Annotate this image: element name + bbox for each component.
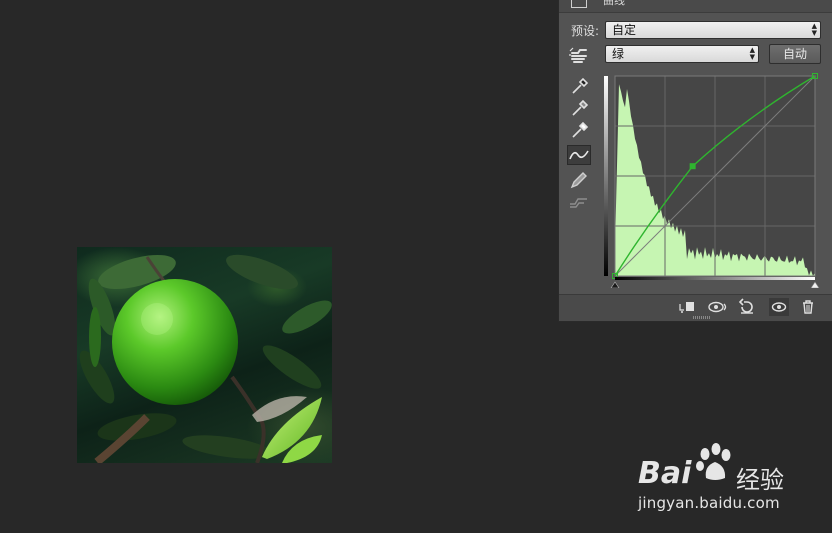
panel-header: 曲线 (559, 0, 832, 13)
curve-point-icon[interactable] (567, 145, 591, 165)
auto-button[interactable]: 自动 (769, 44, 821, 64)
preset-dropdown[interactable]: 自定 ▲ ▼ (605, 21, 821, 39)
input-tone-bar (615, 277, 815, 280)
up-down-arrows-icon: ▲ ▼ (811, 22, 817, 37)
black-point-slider[interactable] (610, 281, 620, 289)
curves-properties-panel: 曲线 预设: 自定 ▲ ▼ 绿 ▲ ▼ 自动 (558, 0, 832, 322)
channel-value: 绿 (612, 47, 625, 61)
preset-label: 预设: (571, 24, 600, 38)
visibility-eye-icon[interactable] (769, 298, 789, 316)
clip-to-layer-icon[interactable] (677, 298, 697, 316)
canvas-photo-green-orange (77, 247, 332, 463)
watermark-url: jingyan.baidu.com (638, 494, 780, 512)
preset-value: 自定 (612, 23, 637, 37)
white-point-eyedropper-icon[interactable] (567, 120, 591, 140)
baidu-jingyan-watermark: Bai 经验 jingyan.baidu.com (638, 442, 798, 517)
reset-icon[interactable] (737, 298, 757, 316)
panel-title: 曲线 (603, 0, 625, 7)
delete-trash-icon[interactable] (798, 298, 818, 316)
target-adjust-hand-icon[interactable] (567, 45, 591, 65)
curves-graph[interactable] (604, 73, 827, 289)
channel-dropdown[interactable]: 绿 ▲ ▼ (605, 45, 759, 63)
watermark-suffix: 经验 (736, 466, 784, 494)
view-previous-state-icon[interactable] (707, 298, 727, 316)
output-tone-bar (604, 76, 608, 276)
panel-resize-grip[interactable] (693, 316, 711, 319)
baidu-paw-icon (696, 443, 731, 480)
pencil-draw-icon[interactable] (567, 170, 591, 190)
smooth-curve-icon[interactable] (567, 192, 591, 212)
curve-point-mid[interactable] (689, 163, 696, 170)
gray-point-eyedropper-icon[interactable] (567, 98, 591, 118)
white-point-slider[interactable] (810, 281, 820, 289)
curves-adjustment-icon (571, 0, 587, 8)
up-down-arrows-icon: ▲ ▼ (749, 46, 755, 61)
black-point-eyedropper-icon[interactable] (567, 76, 591, 96)
watermark-brand: Bai (638, 456, 692, 491)
